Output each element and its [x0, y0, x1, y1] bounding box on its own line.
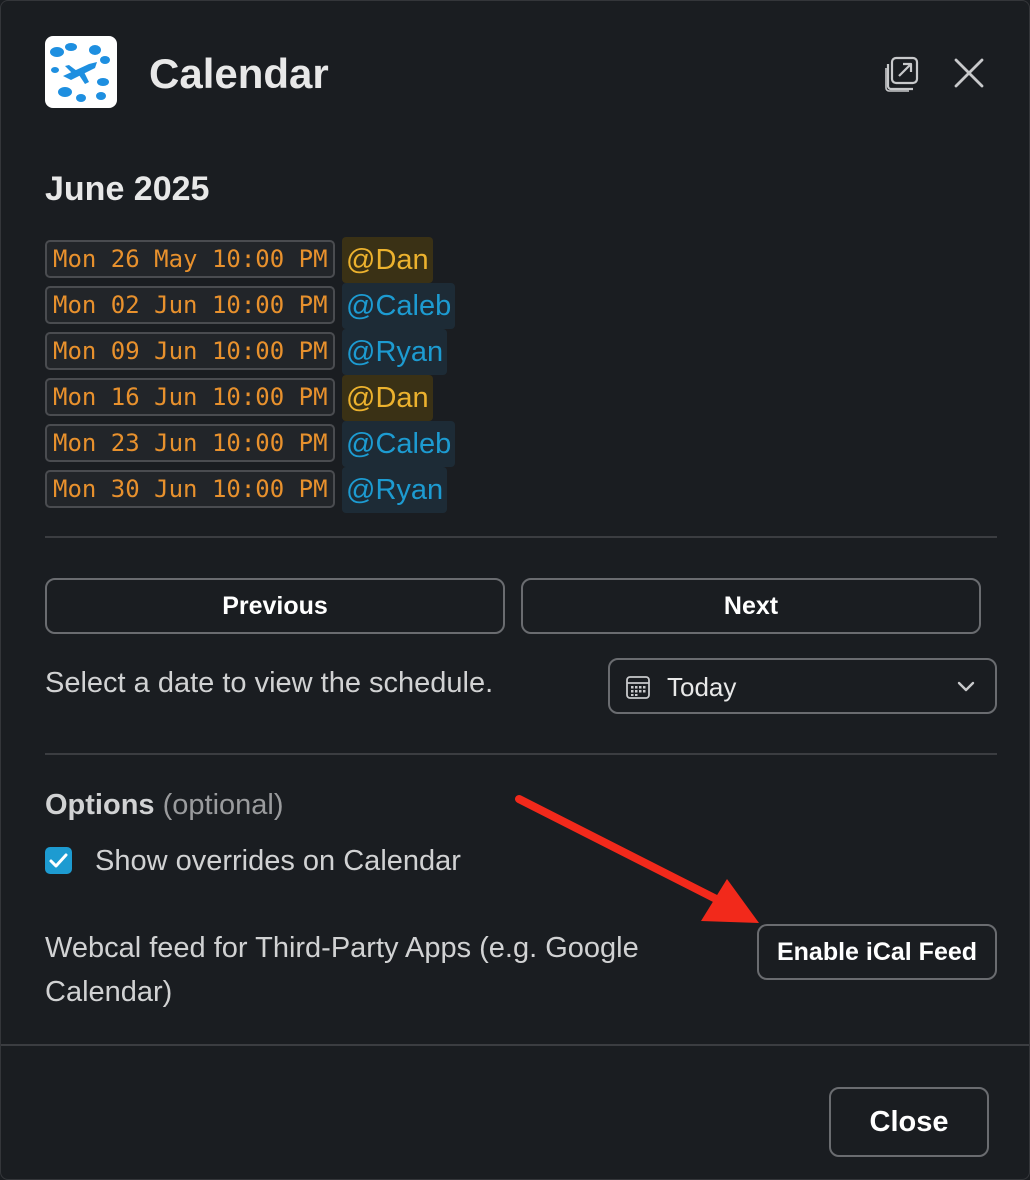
schedule-date: Mon 30 Jun 10:00 PM	[45, 470, 335, 508]
user-mention[interactable]: @Caleb	[342, 421, 456, 467]
schedule-month-heading: June 2025	[45, 170, 210, 208]
schedule-date: Mon 16 Jun 10:00 PM	[45, 378, 335, 416]
schedule-date: Mon 26 May 10:00 PM	[45, 240, 335, 278]
options-optional-note: (optional)	[162, 789, 284, 821]
webcal-feed-description: Webcal feed for Third-Party Apps (e.g. G…	[45, 932, 639, 1008]
schedule-date: Mon 23 Jun 10:00 PM	[45, 424, 335, 462]
calendar-modal: Calendar June 2025 Mon 26 May 10:00 PM @…	[0, 0, 1030, 1180]
options-title: Options	[45, 789, 155, 821]
next-button[interactable]: Next	[521, 578, 981, 634]
options-heading: Options (optional)	[45, 785, 284, 825]
date-picker-select[interactable]: Today	[608, 658, 997, 714]
calendar-icon	[625, 674, 651, 700]
calendar-app-logo-icon	[45, 36, 117, 108]
close-icon[interactable]	[951, 55, 987, 91]
schedule-date: Mon 02 Jun 10:00 PM	[45, 286, 335, 324]
footer-divider	[1, 1044, 1029, 1046]
close-button[interactable]: Close	[829, 1087, 989, 1157]
chevron-down-icon	[955, 676, 977, 698]
user-mention[interactable]: @Ryan	[342, 329, 448, 375]
section-divider	[45, 536, 997, 538]
schedule-date: Mon 09 Jun 10:00 PM	[45, 332, 335, 370]
previous-button[interactable]: Previous	[45, 578, 505, 634]
enable-ical-feed-button[interactable]: Enable iCal Feed	[757, 924, 997, 980]
date-picker-value: Today	[667, 672, 737, 702]
date-select-prompt: Select a date to view the schedule.	[45, 667, 494, 699]
popout-windows-icon[interactable]	[883, 55, 921, 93]
annotation-arrow-icon	[515, 795, 759, 923]
user-mention[interactable]: @Caleb	[342, 283, 456, 329]
user-mention[interactable]: @Dan	[342, 375, 433, 421]
section-divider	[45, 753, 997, 755]
user-mention[interactable]: @Ryan	[342, 467, 448, 513]
modal-title: Calendar	[149, 50, 329, 97]
show-overrides-label: Show overrides on Calendar	[95, 845, 461, 877]
user-mention[interactable]: @Dan	[342, 237, 433, 283]
show-overrides-checkbox[interactable]	[45, 847, 72, 874]
